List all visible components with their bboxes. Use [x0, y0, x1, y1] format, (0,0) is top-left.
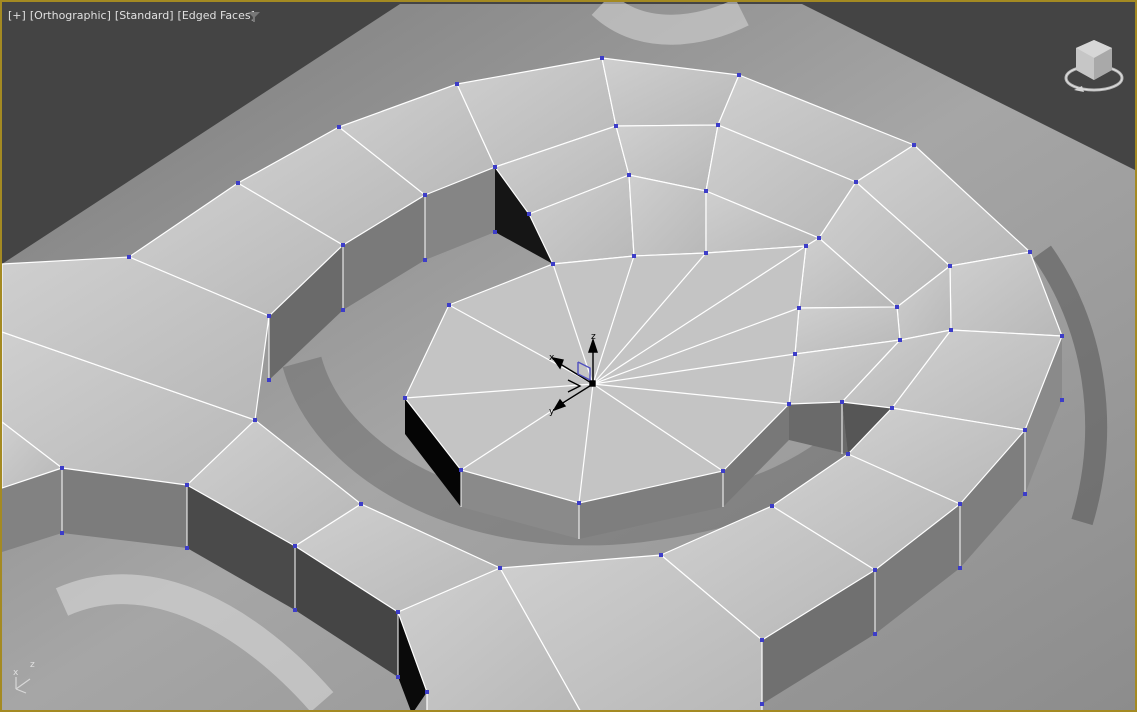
viewport-view-label[interactable]: [Orthographic] [30, 9, 111, 22]
viewport-shading-label[interactable]: [Standard] [115, 9, 174, 22]
tripod-z-label: z [30, 660, 35, 670]
viewport-label-bar: [+] [Orthographic] [Standard] [Edged Fac… [8, 9, 255, 22]
gizmo-z-label: z [591, 332, 596, 342]
viewport-perspective[interactable]: z x y [+] [Orthographic] [Standard] [Edg… [0, 0, 1137, 712]
axis-tripod-icon: x z [13, 660, 35, 694]
scene-canvas[interactable]: z x y [2, 2, 1137, 712]
funnel-icon[interactable] [248, 11, 260, 23]
gizmo-x-label: x [549, 353, 555, 363]
gizmo-y-label: y [549, 407, 555, 417]
viewport-menu-plus[interactable]: [+] [8, 9, 26, 22]
tripod-x-label: x [13, 668, 19, 678]
viewcube-icon[interactable] [1060, 32, 1128, 100]
viewport-edges-label[interactable]: [Edged Faces] [178, 9, 255, 22]
